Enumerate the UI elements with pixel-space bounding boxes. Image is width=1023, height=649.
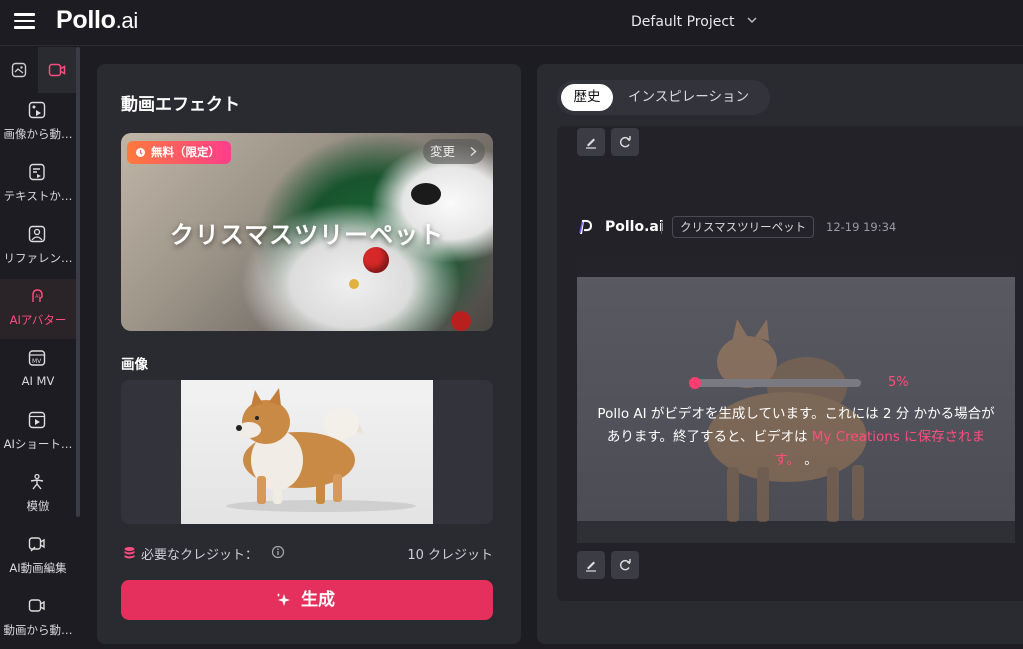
svg-text:MV: MV <box>32 358 42 365</box>
job-header: Pollo.ai クリスマスツリーペット 12-19 19:34 <box>577 216 1023 240</box>
video-icon <box>48 63 66 77</box>
tab-inspiration[interactable]: インスピレーション <box>628 84 749 111</box>
sidebar-item-image-to-video[interactable]: 画像から動… <box>0 93 76 153</box>
coins-icon <box>124 547 135 559</box>
chevron-down-icon <box>747 17 757 24</box>
imitate-icon <box>30 473 44 490</box>
edit-button[interactable] <box>577 551 605 579</box>
generation-progress-bar <box>688 377 861 389</box>
tab-history[interactable]: 歴史 <box>561 84 613 111</box>
sidebar-item-ai-short[interactable]: AIショート… <box>0 403 76 463</box>
effect-panel: 動画エフェクト 無料（限定） 変更 クリスマスツリーペット 画像 必要なクレジッ… <box>97 64 521 644</box>
sidebar-item-label: AIショート… <box>3 437 73 451</box>
panel-title: 動画エフェクト <box>121 95 240 115</box>
history-card-current: Pollo.ai クリスマスツリーペット 12-19 19:34 5% Poll… <box>557 197 1023 601</box>
image-to-video-icon <box>28 101 46 119</box>
avatar-icon: AI <box>32 289 43 302</box>
svg-text:AI: AI <box>35 294 40 300</box>
pollo-logo-icon <box>579 219 593 235</box>
sidebar-item-label: AI動画編集 <box>9 561 67 575</box>
logo-main: Pollo <box>56 6 116 34</box>
sidebar-item-label: 画像から動… <box>3 127 73 141</box>
sidebar-item-label: 動画から動… <box>3 623 73 637</box>
sidebar-item-ai-avatar[interactable]: AI AIアバター <box>0 279 76 339</box>
mv-icon: MV <box>28 350 46 366</box>
effect-preview-detail <box>451 311 471 331</box>
effect-preview-card[interactable]: 無料（限定） 変更 クリスマスツリーペット <box>121 133 493 331</box>
progress-knob <box>688 377 701 389</box>
sparkle-icon <box>276 593 290 606</box>
regenerate-button[interactable] <box>611 551 639 579</box>
sidebar-item-ai-mv[interactable]: MV AI MV <box>0 341 76 401</box>
sidebar-item-label: テキストか… <box>3 189 73 203</box>
tab-video-tools[interactable] <box>38 47 76 93</box>
top-bar: Pollo.ai Default Project <box>0 0 1023 46</box>
effect-name: クリスマスツリーペット <box>169 221 445 249</box>
logo[interactable]: Pollo.ai <box>56 6 138 35</box>
effect-preview-detail <box>349 279 359 289</box>
sidebar-item-label: 模倣 <box>26 499 50 513</box>
credits-value: 10 クレジット <box>407 548 493 563</box>
refresh-icon <box>619 136 631 148</box>
logo-suffix: .ai <box>115 8 139 33</box>
change-effect-button[interactable]: 変更 <box>423 139 485 164</box>
short-video-icon <box>28 411 46 429</box>
credits-row: 必要なクレジット： 10 クレジット <box>121 543 493 563</box>
sidebar-item-video-edit[interactable]: AI動画編集 <box>0 527 76 587</box>
sidebar-tabs <box>0 47 80 93</box>
video-thumbnail: 5% Pollo AI がビデオを生成しています。これには 2 分 かかる場合が… <box>577 277 1015 522</box>
job-brand: Pollo.ai <box>605 219 664 235</box>
reference-icon <box>28 225 46 243</box>
sidebar-item-video-to-video[interactable]: 動画から動… <box>0 589 76 649</box>
credits-label: 必要なクレジット： <box>141 548 259 563</box>
effect-preview-detail <box>411 183 441 205</box>
sidebar-item-label: AIアバター <box>9 313 67 327</box>
chevron-right-icon <box>470 146 477 157</box>
progress-percent: 5% <box>888 375 909 390</box>
change-effect-label: 変更 <box>430 144 456 159</box>
menu-icon[interactable] <box>14 13 35 29</box>
clock-icon <box>136 148 145 157</box>
history-panel: 歴史 インスピレーション Pollo.ai クリスマスツリーペット 12-19 … <box>537 64 1023 644</box>
project-name: Default Project <box>631 14 735 30</box>
video-to-video-icon <box>28 599 45 612</box>
image-upload-area[interactable] <box>121 380 493 524</box>
refresh-icon <box>619 559 631 571</box>
status-text-end: 。 <box>799 452 818 468</box>
sidebar-item-label: AI MV <box>21 374 55 388</box>
divider <box>661 221 662 234</box>
edit-icon <box>586 561 596 572</box>
sidebar-scrollbar[interactable] <box>76 47 80 517</box>
edit-button[interactable] <box>577 128 605 156</box>
video-preview[interactable]: 5% Pollo AI がビデオを生成しています。これには 2 分 かかる場合が… <box>577 255 1015 543</box>
effect-tag: クリスマスツリーペット <box>672 216 815 238</box>
edit-icon <box>586 138 596 149</box>
job-timestamp: 12-19 19:34 <box>826 220 897 234</box>
free-badge-label: 無料（限定） <box>151 145 220 159</box>
sidebar-item-reference[interactable]: リファレン… <box>0 217 76 277</box>
video-top-strip <box>577 255 1015 277</box>
uploaded-image <box>181 380 433 524</box>
info-icon[interactable] <box>271 545 285 559</box>
effect-preview-detail <box>363 247 389 273</box>
project-selector[interactable]: Default Project <box>631 14 757 30</box>
text-to-video-icon <box>29 163 45 181</box>
video-edit-icon <box>28 537 45 552</box>
sidebar-item-text-to-video[interactable]: テキストか… <box>0 155 76 215</box>
generate-label: 生成 <box>301 590 335 610</box>
free-badge: 無料（限定） <box>127 141 231 164</box>
sidebar-item-imitate[interactable]: 模倣 <box>0 465 76 525</box>
image-section-label: 画像 <box>121 357 148 373</box>
regenerate-button[interactable] <box>611 128 639 156</box>
history-tabs: 歴史 インスピレーション <box>557 80 770 115</box>
image-icon <box>11 62 27 78</box>
sidebar-item-label: リファレン… <box>3 251 73 265</box>
dog-image <box>226 388 416 512</box>
generation-status-message: Pollo AI がビデオを生成しています。これには 2 分 かかる場合がありま… <box>597 403 995 472</box>
generate-button[interactable]: 生成 <box>121 580 493 620</box>
tab-image-tools[interactable] <box>0 47 38 93</box>
